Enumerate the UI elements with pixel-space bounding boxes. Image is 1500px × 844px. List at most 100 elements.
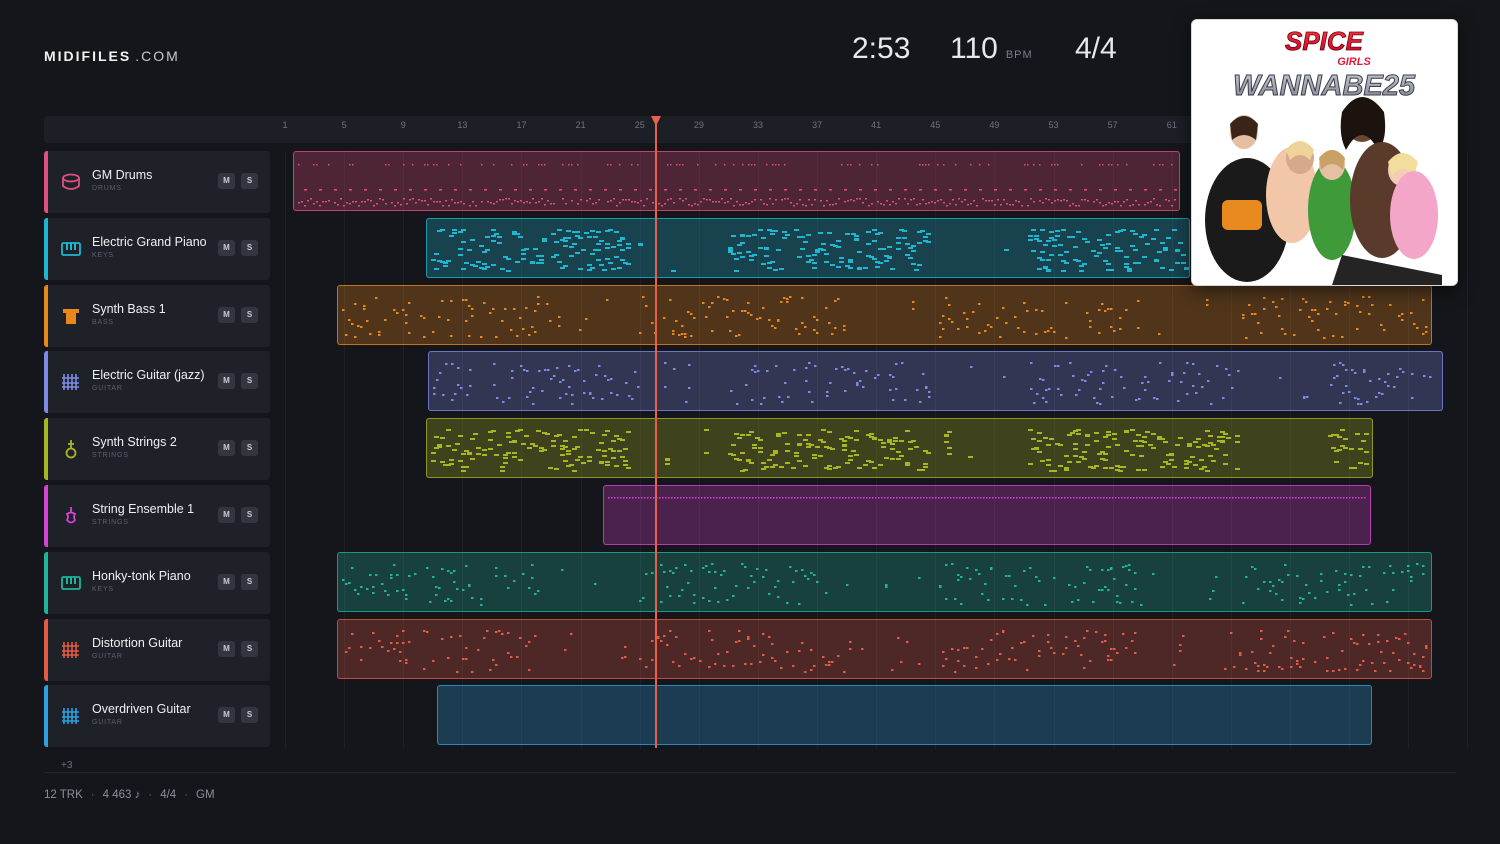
track-row: String Ensemble 1 STRINGS M S <box>44 485 1456 547</box>
track-category: STRINGS <box>92 519 129 526</box>
mute-button[interactable]: M <box>218 306 235 323</box>
track-color-stripe <box>44 284 48 347</box>
midi-clip[interactable] <box>337 284 1432 345</box>
midi-clip[interactable] <box>293 151 1180 211</box>
ruler-tick: 41 <box>871 120 882 130</box>
mute-button[interactable]: M <box>218 573 235 590</box>
solo-button[interactable]: S <box>241 373 258 390</box>
album-cover: SPICE GIRLS WANNABE25 <box>1191 19 1458 286</box>
solo-button[interactable]: S <box>241 640 258 657</box>
song-time: 2:53 <box>852 32 911 65</box>
mute-button[interactable]: M <box>218 440 235 457</box>
mute-button[interactable]: M <box>218 173 235 189</box>
track-count: 12 TRK <box>44 789 83 801</box>
ruler-tick: 33 <box>752 120 763 130</box>
solo-button[interactable]: S <box>241 239 258 256</box>
mute-button[interactable]: M <box>218 373 235 390</box>
piano-icon <box>60 572 82 594</box>
clip-notes <box>431 228 1189 272</box>
track-header[interactable]: GM Drums DRUMS M S <box>44 151 270 213</box>
midi-clip[interactable] <box>437 685 1372 746</box>
track-category: GUITAR <box>92 385 123 393</box>
more-tracks-indicator[interactable]: +3 <box>61 760 72 771</box>
guitar-icon <box>60 639 82 661</box>
solo-button[interactable]: S <box>241 306 258 323</box>
track-header[interactable]: Electric Grand Piano KEYS M S <box>44 217 270 280</box>
strings-icon <box>60 438 82 460</box>
track-header[interactable]: Electric Guitar (jazz) GUITAR M S <box>44 351 270 414</box>
track-row: Synth Strings 2 STRINGS M S <box>44 418 1456 481</box>
track-header[interactable]: Synth Bass 1 BASS M S <box>44 284 270 347</box>
mute-button[interactable]: M <box>218 507 235 523</box>
mute-button[interactable]: M <box>218 239 235 256</box>
track-name: Synth Bass 1 <box>92 301 166 316</box>
track-category: KEYS <box>92 585 114 593</box>
logo-suffix: .COM <box>135 48 180 64</box>
mute-button[interactable]: M <box>218 640 235 657</box>
midi-clip[interactable] <box>428 351 1443 412</box>
cover-title-girls: GIRLS <box>1337 56 1371 68</box>
midi-standard: GM <box>196 789 215 801</box>
ruler-tick: 17 <box>516 120 527 130</box>
track-category: BASS <box>92 318 114 326</box>
track-name: Distortion Guitar <box>92 635 183 650</box>
ruler-tick: 57 <box>1107 120 1118 130</box>
track-row: Electric Guitar (jazz) GUITAR M S <box>44 351 1456 414</box>
track-category: STRINGS <box>92 452 129 460</box>
track-color-stripe <box>44 217 48 280</box>
grid-line <box>1467 151 1469 749</box>
album-cover-art: SPICE GIRLS WANNABE25 <box>1205 26 1442 285</box>
track-name: GM Drums <box>92 168 153 182</box>
bass-icon <box>60 305 82 327</box>
solo-button[interactable]: S <box>241 173 258 189</box>
cover-photo <box>1205 97 1442 285</box>
clip-notes <box>433 362 1432 406</box>
track-color-stripe <box>44 485 48 547</box>
ruler-tick: 21 <box>575 120 586 130</box>
clip-notes <box>342 562 1425 606</box>
track-row: Distortion Guitar GUITAR M S <box>44 618 1456 681</box>
track-header[interactable]: Overdriven Guitar GUITAR M S <box>44 685 270 748</box>
ruler-tick: 1 <box>282 120 288 130</box>
track-header[interactable]: Distortion Guitar GUITAR M S <box>44 618 270 681</box>
track-category: KEYS <box>92 251 114 259</box>
clip-notes <box>431 429 1369 473</box>
footer-stats: 12 TRK · 4 463 ♪ · 4/4 · GM <box>44 789 215 801</box>
tempo-unit: BPM <box>1005 49 1033 61</box>
midi-clip[interactable] <box>337 551 1432 612</box>
ruler-tick: 61 <box>1166 120 1177 130</box>
track-category: GUITAR <box>92 652 123 660</box>
ruler-tick: 13 <box>457 120 468 130</box>
ruler-tick: 5 <box>341 120 347 130</box>
solo-button[interactable]: S <box>241 507 258 523</box>
midi-clip[interactable] <box>426 418 1373 479</box>
track-row: Synth Bass 1 BASS M S <box>44 284 1456 347</box>
ruler-tick: 29 <box>693 120 704 130</box>
midi-clip[interactable] <box>426 217 1190 278</box>
track-header[interactable]: Honky-tonk Piano KEYS M S <box>44 551 270 614</box>
guitar-icon <box>60 371 82 393</box>
track-name: Electric Guitar (jazz) <box>92 368 205 383</box>
solo-button[interactable]: S <box>241 440 258 457</box>
guitar-icon <box>60 705 82 727</box>
ruler-tick: 9 <box>400 120 406 130</box>
cover-title-spice: SPICE <box>1285 26 1364 56</box>
logo-text: MIDIFILES <box>44 48 132 64</box>
midi-clip[interactable] <box>337 618 1432 679</box>
solo-button[interactable]: S <box>241 707 258 724</box>
track-header[interactable]: Synth Strings 2 STRINGS M S <box>44 418 270 481</box>
mute-button[interactable]: M <box>218 707 235 724</box>
playhead-line <box>655 116 657 748</box>
violin-icon <box>60 505 82 527</box>
track-color-stripe <box>44 418 48 481</box>
midi-clip[interactable] <box>603 485 1371 545</box>
ruler-tick: 37 <box>812 120 823 130</box>
time-signature: 4/4 <box>1075 32 1117 65</box>
clip-notes <box>608 497 1366 499</box>
solo-button[interactable]: S <box>241 573 258 590</box>
brand-logo[interactable]: MIDIFILES .COM <box>44 48 180 64</box>
track-color-stripe <box>44 685 48 748</box>
track-header[interactable]: String Ensemble 1 STRINGS M S <box>44 485 270 547</box>
track-category: GUITAR <box>92 719 123 727</box>
track-name: Honky-tonk Piano <box>92 568 191 583</box>
